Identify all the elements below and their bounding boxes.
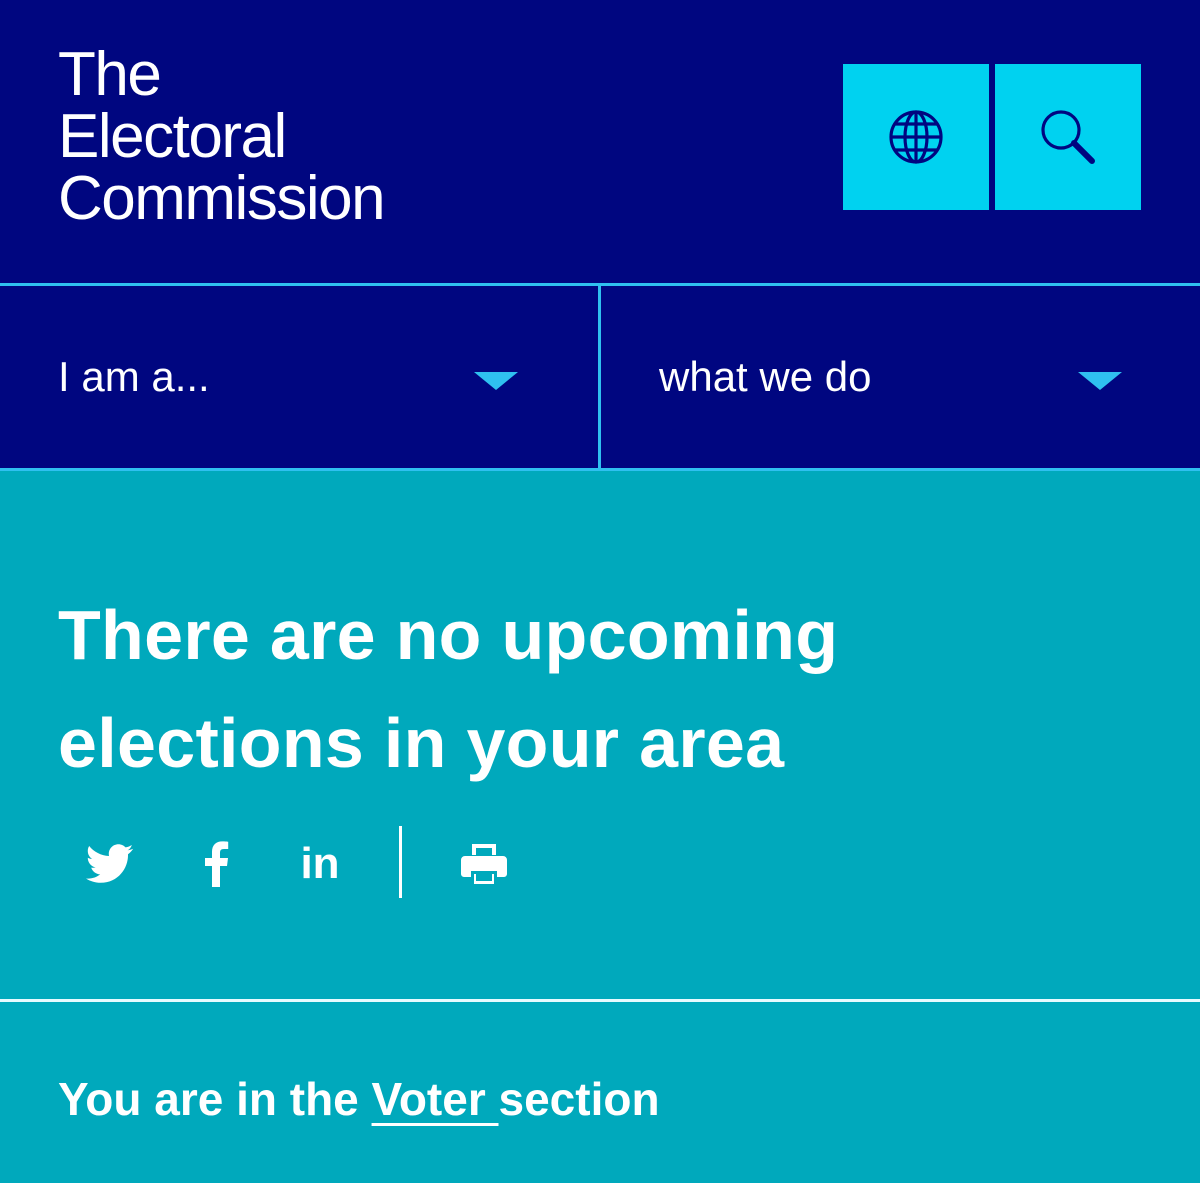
share-bar: in bbox=[0, 826, 600, 898]
nav-dropdown-label: I am a... bbox=[58, 353, 210, 400]
section-prefix: You are in the bbox=[58, 1073, 372, 1125]
section-suffix: section bbox=[498, 1073, 660, 1125]
logo-line-3: Commission bbox=[58, 164, 386, 233]
search-icon bbox=[1041, 110, 1095, 164]
logo-line-2: Electoral bbox=[58, 102, 287, 171]
nav-dropdown-i-am-a[interactable]: I am a... bbox=[0, 286, 598, 468]
section-breadcrumb: You are in the Voter section bbox=[58, 1072, 660, 1126]
chevron-down-icon bbox=[474, 372, 518, 390]
logo-line-1: The bbox=[58, 40, 162, 109]
hero-section: There are no upcoming elections in your … bbox=[0, 471, 1200, 1000]
globe-icon bbox=[889, 110, 943, 164]
print-button[interactable] bbox=[456, 836, 512, 892]
linkedin-icon: in bbox=[300, 839, 340, 888]
nav-dropdown-label: what we do bbox=[659, 353, 872, 400]
search-button[interactable] bbox=[995, 64, 1141, 210]
linkedin-share-button[interactable]: in bbox=[292, 836, 348, 892]
site-logo[interactable]: The Electoral Commission bbox=[58, 40, 386, 233]
voter-section-link[interactable]: Voter bbox=[372, 1073, 499, 1125]
print-icon bbox=[461, 844, 507, 884]
facebook-icon bbox=[205, 841, 229, 887]
twitter-share-button[interactable] bbox=[82, 836, 138, 892]
twitter-icon bbox=[86, 844, 134, 883]
main-nav: I am a... what we do bbox=[0, 283, 1200, 471]
site-header: The Electoral Commission bbox=[0, 0, 1200, 283]
chevron-down-icon bbox=[1078, 372, 1122, 390]
section-divider bbox=[0, 999, 1200, 1002]
nav-dropdown-what-we-do[interactable]: what we do bbox=[601, 286, 1200, 468]
facebook-share-button[interactable] bbox=[188, 836, 244, 892]
page-title: There are no upcoming elections in your … bbox=[58, 596, 839, 782]
share-divider bbox=[399, 826, 402, 898]
language-button[interactable] bbox=[843, 64, 989, 210]
